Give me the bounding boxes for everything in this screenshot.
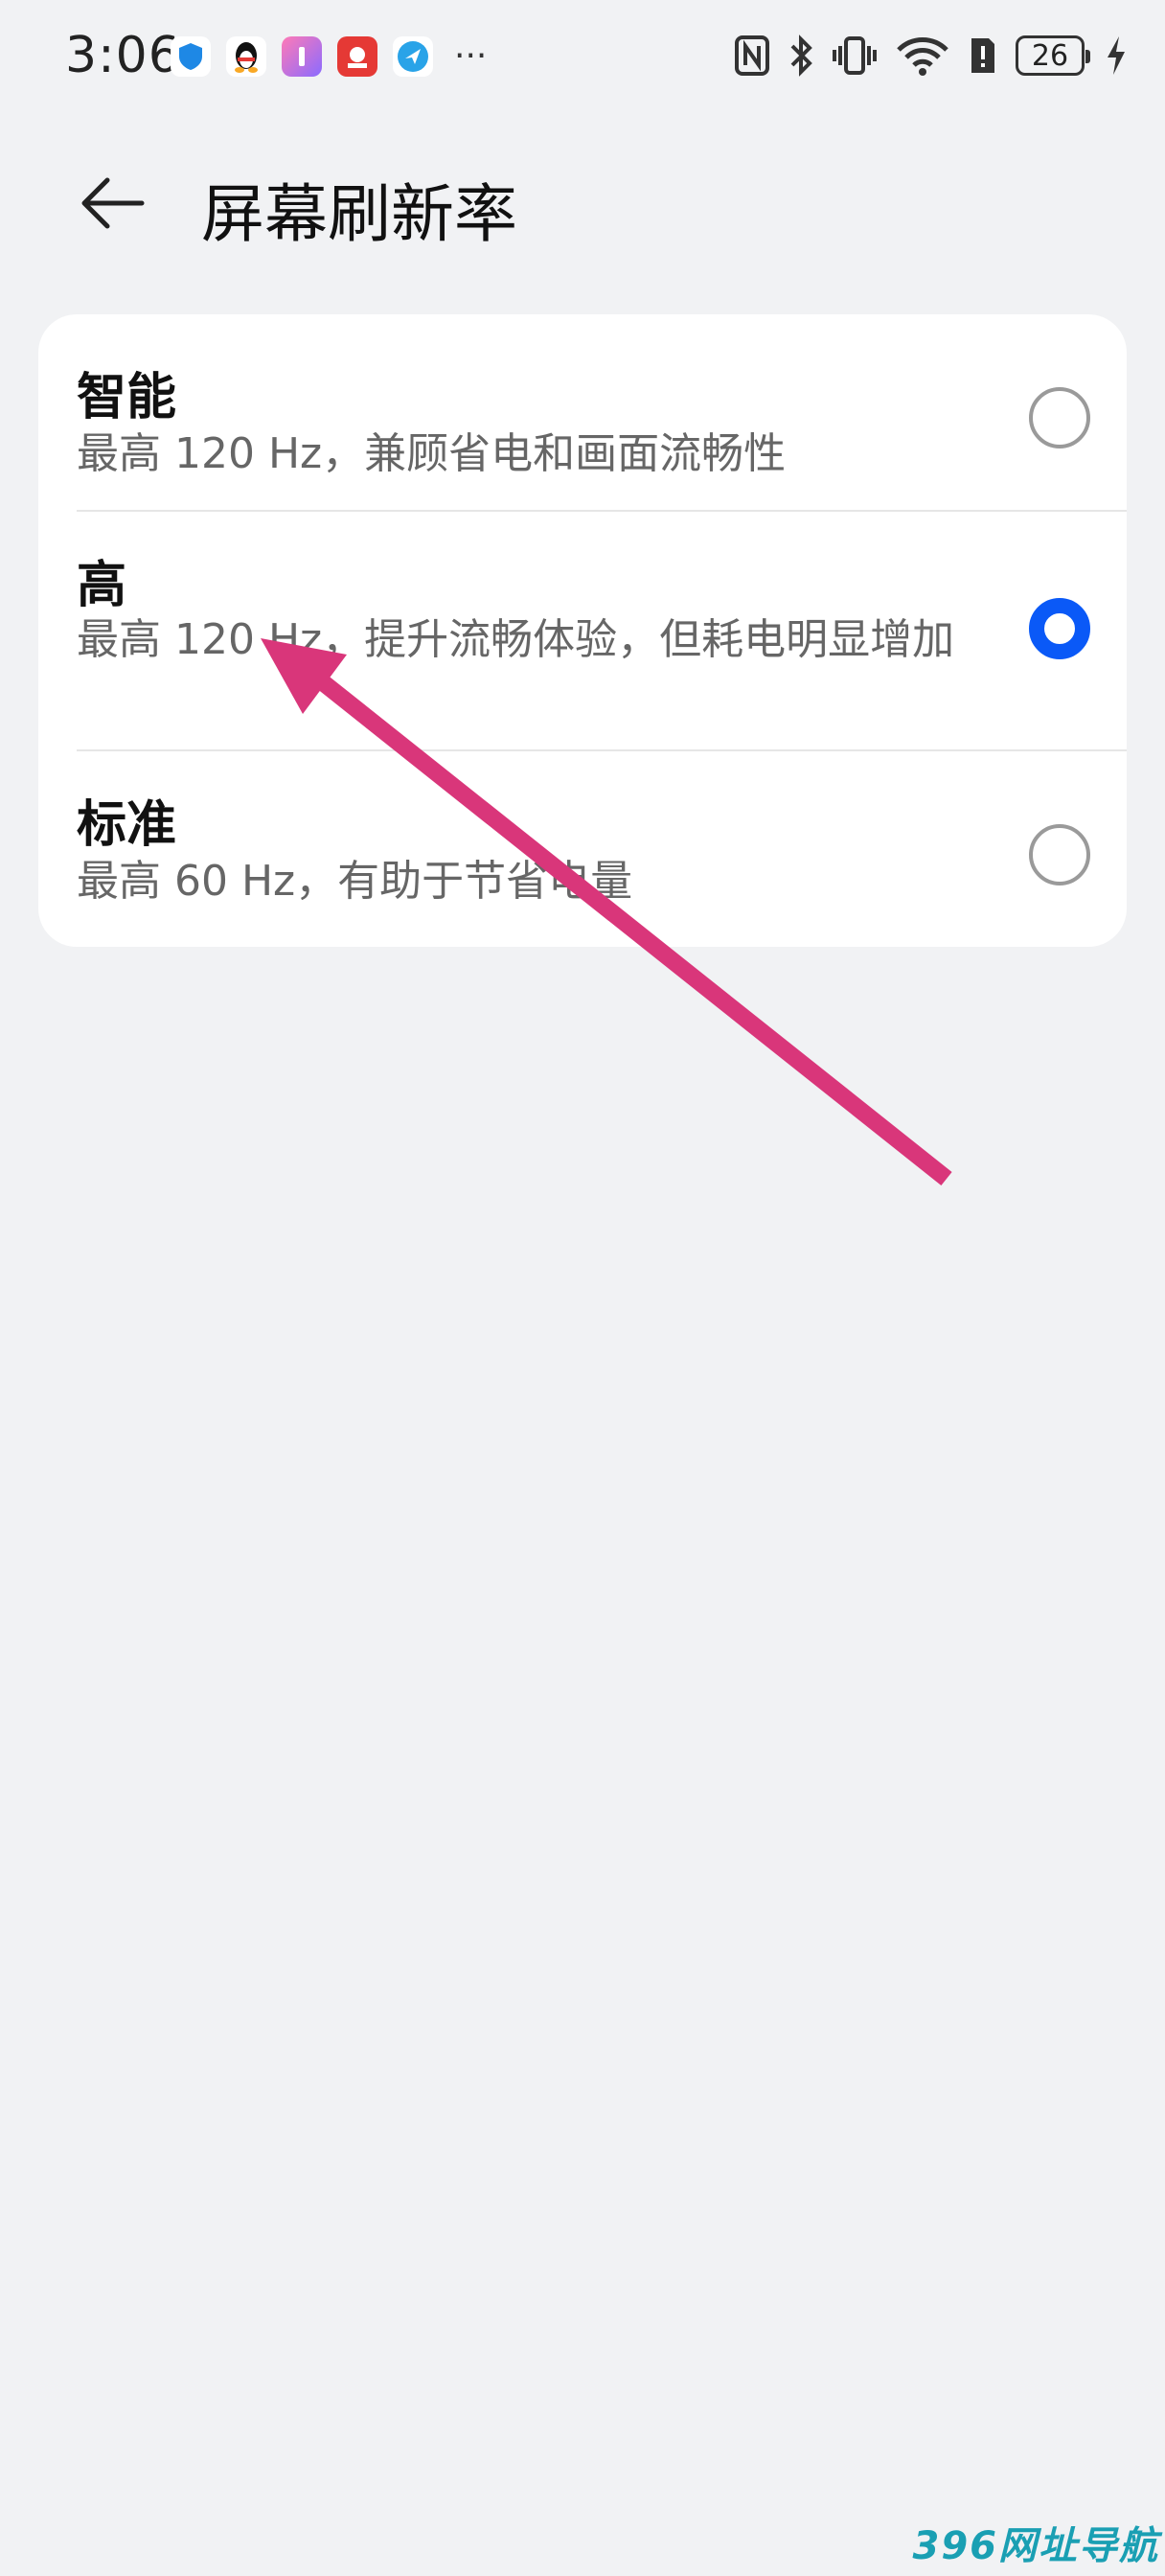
radio-smart[interactable] [1029,387,1090,448]
radio-standard[interactable] [1029,824,1090,886]
watermark: 396网址导航 [912,2524,1159,2568]
sim-alert-icon [971,38,994,73]
vibrate-icon [833,36,877,75]
option-description: 最高 60 Hz，有助于节省电量 [77,857,633,906]
refresh-rate-options-card: 智能 最高 120 Hz，兼顾省电和画面流畅性 高 最高 120 Hz，提升流畅… [38,314,1127,947]
option-title: 标准 [77,796,177,854]
app-bar: 屏幕刷新率 [0,134,1165,268]
gradient-app-icon [282,36,322,77]
option-description: 最高 120 Hz，兼顾省电和画面流畅性 [77,429,787,478]
nfc-icon [735,35,769,76]
battery-level: 26 [1031,38,1069,73]
bluetooth-icon [790,34,812,77]
battery-indicator: 26 [1016,35,1090,76]
status-bar: 3:06 ··· 26 [0,0,1165,115]
system-icons: 26 [734,34,1127,77]
charging-icon [1108,36,1125,75]
back-button[interactable] [69,165,155,242]
qq-penguin-icon [226,36,266,77]
option-smart[interactable]: 智能 最高 120 Hz，兼顾省电和画面流畅性 [38,314,1127,510]
option-high[interactable]: 高 最高 120 Hz，提升流畅体验，但耗电明显增加 [38,512,1127,749]
option-description: 最高 120 Hz，提升流畅体验，但耗电明显增加 [77,615,955,664]
status-time: 3:06 [65,27,181,84]
option-title: 高 [77,557,127,614]
red-app-icon [337,36,377,77]
shield-app-icon [171,36,211,77]
radio-high[interactable] [1029,598,1090,659]
notification-icons: ··· [171,36,487,77]
more-notifications-icon: ··· [454,36,488,76]
page-title: 屏幕刷新率 [201,177,517,251]
back-arrow-icon [81,177,145,229]
compass-app-icon [393,36,433,77]
option-standard[interactable]: 标准 最高 60 Hz，有助于节省电量 [38,751,1127,947]
option-title: 智能 [77,369,177,426]
wifi-icon [897,37,948,76]
